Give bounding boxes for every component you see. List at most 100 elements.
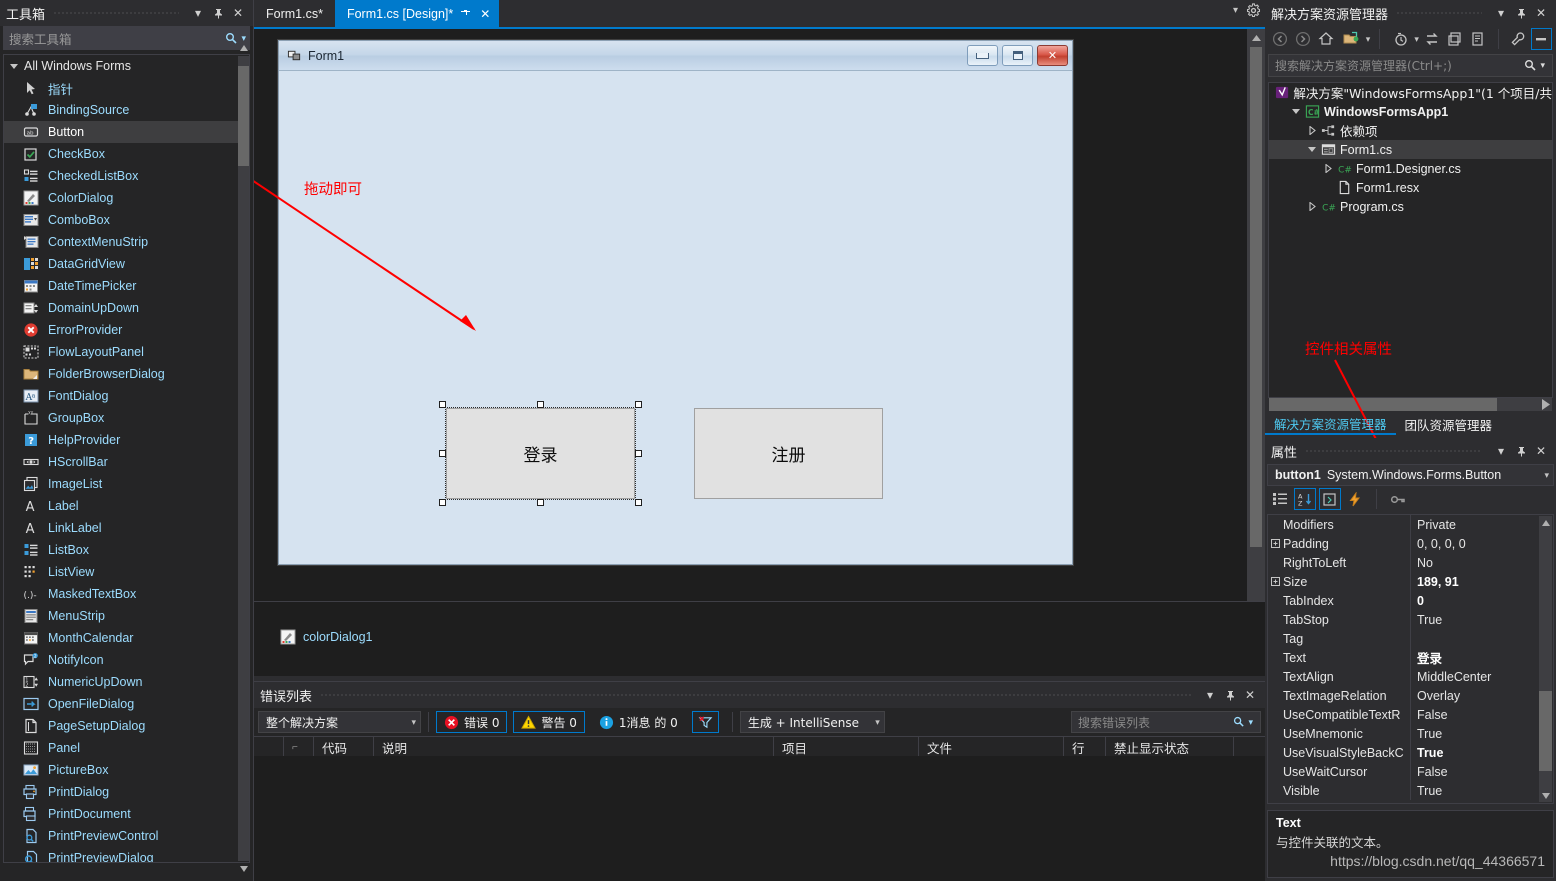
pin-icon[interactable] [457,6,473,22]
expand-plus-icon[interactable] [1268,539,1283,548]
chevron-down-icon[interactable]: ▾ [1233,5,1238,16]
scroll-down-icon[interactable] [238,863,249,875]
toolbox-item-pagesetupdialog[interactable]: PageSetupDialog [4,715,249,737]
search-dropdown-icon[interactable]: ▾ [1245,717,1256,728]
property-row-tabindex[interactable]: TabIndex 0 [1268,591,1553,610]
properties-grid[interactable]: Modifiers Private Padding 0, 0, 0, 0 RightTo… [1267,514,1554,804]
property-row-tag[interactable]: Tag [1268,629,1553,648]
messages-filter-button[interactable]: 1消息 的 0 [591,711,686,733]
warnings-filter-button[interactable]: 警告 0 [513,711,585,733]
chevron-down-icon[interactable]: ▾ [1492,4,1510,22]
toolbox-item-colordialog[interactable]: ColorDialog [4,187,249,209]
chevron-down-icon[interactable]: ▾ [1201,686,1219,704]
component-tray[interactable]: colorDialog1 [254,601,1265,676]
property-row-usevisualstylebackc[interactable]: UseVisualStyleBackC True [1268,743,1553,762]
scroll-down-icon[interactable] [1539,789,1552,802]
toolbox-search-input[interactable]: 搜索工具箱 [4,29,225,48]
properties-view-icon[interactable] [1319,488,1341,510]
search-icon[interactable] [225,32,238,45]
categorized-view-icon[interactable] [1269,488,1291,510]
resize-handle-sw[interactable] [439,499,446,506]
scroll-up-icon[interactable] [238,42,249,54]
build-filter-dropdown[interactable]: 生成 + IntelliSense ▾ [739,711,885,733]
toolbox-item-notifyicon[interactable]: 2 NotifyIcon [4,649,249,671]
property-row-textimagerelation[interactable]: TextImageRelation Overlay [1268,686,1553,705]
property-value[interactable]: Overlay [1411,686,1553,705]
close-icon[interactable]: ✕ [1532,4,1550,22]
toolbox-item-errorprovider[interactable]: ErrorProvider [4,319,249,341]
chevron-down-icon[interactable] [1305,145,1319,154]
toolbox-item-linklabel[interactable]: A LinkLabel [4,517,249,539]
form1-client-area[interactable]: 拖动即可 登录 注册 [279,71,1072,564]
wrench-icon[interactable] [1508,28,1529,50]
design-surface[interactable]: Form1 ✕ 拖动即可 登录 注册 [254,29,1247,676]
toolbox-scroll-thumb[interactable] [238,66,249,166]
toolbox-item-openfiledialog[interactable]: OpenFileDialog [4,693,249,715]
property-row-text[interactable]: Text 登录 [1268,648,1553,667]
toolbox-item-button[interactable]: ab Button [4,121,249,143]
show-all-files-icon[interactable] [1339,28,1364,50]
refresh-icon[interactable] [1444,28,1465,50]
property-value[interactable]: MiddleCenter [1411,667,1553,686]
scroll-right-icon[interactable] [1542,399,1550,410]
pending-changes-icon[interactable] [1389,28,1412,50]
events-view-icon[interactable] [1344,488,1366,510]
property-row-size[interactable]: Size 189, 91 [1268,572,1553,591]
maximize-button[interactable] [1002,45,1033,66]
property-row-padding[interactable]: Padding 0, 0, 0, 0 [1268,534,1553,553]
toolbox-item-helpprovider[interactable]: ? HelpProvider [4,429,249,451]
error-list-rows[interactable] [254,756,1265,881]
property-value[interactable]: False [1411,705,1553,724]
toolbox-item-maskedtextbox[interactable]: (.)- MaskedTextBox [4,583,249,605]
toolbox-item-label[interactable]: A Label [4,495,249,517]
minimize-button[interactable] [967,45,998,66]
toolbox-search-box[interactable]: 搜索工具箱 ▾ [3,26,250,50]
toolbox-item-datetimepicker[interactable]: DateTimePicker [4,275,249,297]
search-icon[interactable] [1524,59,1537,72]
chevron-down-icon[interactable]: ▾ [1366,34,1371,45]
collapse-all-icon[interactable] [1530,28,1553,50]
solution-explorer-hscroll-thumb[interactable] [1269,398,1497,411]
property-row-usecompatibletextr[interactable]: UseCompatibleTextR False [1268,705,1553,724]
solution-explorer-search-box[interactable]: 搜索解决方案资源管理器(Ctrl+;) ▾ [1268,54,1553,77]
property-row-tabstop[interactable]: TabStop True [1268,610,1553,629]
toolbox-item-checkbox[interactable]: CheckBox [4,143,249,165]
toolbox-item-fontdialog[interactable]: Aa FontDialog [4,385,249,407]
property-value[interactable]: True [1411,781,1553,800]
tree-item-1[interactable]: C# WindowsFormsApp1 [1269,102,1552,121]
back-icon[interactable] [1269,28,1290,50]
expand-plus-icon[interactable] [1268,577,1283,586]
toolbox-item-hscrollbar[interactable]: HScrollBar [4,451,249,473]
error-search-input[interactable]: 搜索错误列表 [1078,714,1233,731]
close-icon[interactable]: ✕ [477,6,493,22]
search-dropdown-icon[interactable]: ▾ [1537,60,1548,71]
resize-handle-se[interactable] [635,499,642,506]
toolbox-item-datagridview[interactable]: DataGridView [4,253,249,275]
toolbox-scrollbar[interactable] [238,45,249,872]
tree-item-2[interactable]: 依赖项 [1269,121,1552,140]
property-row-usewaitcursor[interactable]: UseWaitCursor False [1268,762,1553,781]
property-value[interactable]: True [1411,610,1553,629]
property-row-righttoleft[interactable]: RightToLeft No [1268,553,1553,572]
toolbox-item-numericupdown[interactable]: 1 2 NumericUpDown [4,671,249,693]
tab-form1-cs[interactable]: Form1.cs* [254,0,335,27]
resize-handle-e[interactable] [635,450,642,457]
scroll-up-icon[interactable] [1539,516,1552,529]
property-value[interactable]: 0 [1411,591,1553,610]
toolbox-item-combobox[interactable]: ComboBox [4,209,249,231]
property-row-visible[interactable]: Visible True [1268,781,1553,800]
close-icon[interactable]: ✕ [1241,686,1259,704]
toolbox-item-folderbrowserdialog[interactable]: FolderBrowserDialog [4,363,249,385]
solution-explorer-search-input[interactable]: 搜索解决方案资源管理器(Ctrl+;) [1275,57,1524,74]
designer-scroll-thumb[interactable] [1250,47,1262,547]
forward-icon[interactable] [1292,28,1313,50]
wf-button-register[interactable]: 注册 [694,408,883,499]
resize-handle-w[interactable] [439,450,446,457]
pin-icon[interactable] [1512,4,1530,22]
sync-with-active-document-icon[interactable] [1421,28,1442,50]
form1-window[interactable]: Form1 ✕ 拖动即可 登录 注册 [278,40,1073,565]
close-icon[interactable]: ✕ [229,4,247,22]
property-value[interactable]: True [1411,724,1553,743]
resize-handle-n[interactable] [537,401,544,408]
toolbox-item-listbox[interactable]: ListBox [4,539,249,561]
